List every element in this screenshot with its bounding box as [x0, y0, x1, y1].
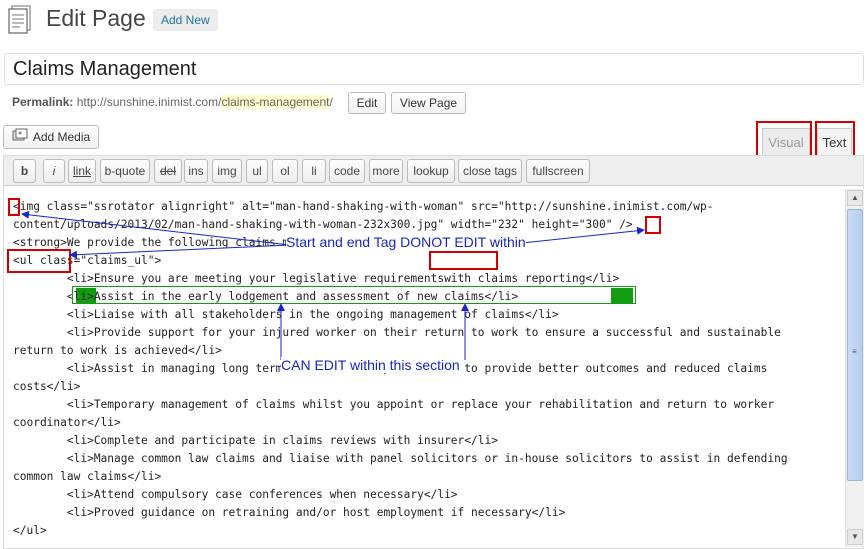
arrow-to-strong-open — [69, 244, 291, 259]
arrow-to-img-close — [521, 226, 645, 244]
can-edit-annotation: CAN EDIT within this section — [281, 357, 460, 373]
do-not-edit-annotation: Start and end Tag DONOT EDIT within — [286, 234, 526, 250]
arrow-to-img-open — [21, 210, 291, 246]
annotation-arrows — [21, 210, 645, 360]
